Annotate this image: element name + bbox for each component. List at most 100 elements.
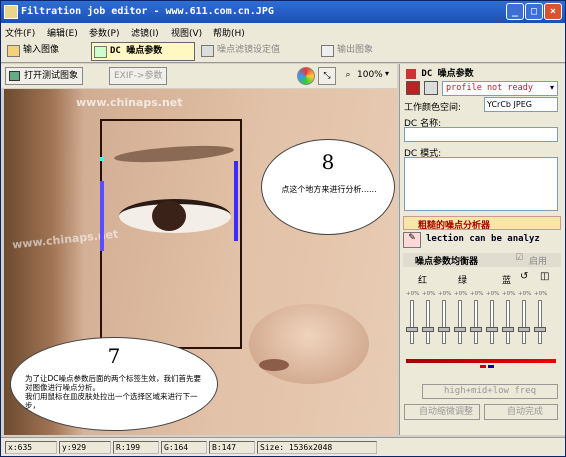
red-channel-bar [406, 359, 556, 363]
minimize-button[interactable]: _ [506, 3, 524, 20]
image-canvas[interactable]: www.chinaps.net www.chinaps.net 8 点这个地方来… [4, 89, 397, 435]
auto-complete-label: 自动完成 [507, 407, 544, 417]
selection-edge-marker [100, 181, 104, 251]
open-test-image-button[interactable]: 打开测试图象 [5, 67, 84, 85]
channel-green-tab[interactable]: 绿 [458, 273, 467, 286]
frequency-slider[interactable] [518, 300, 530, 344]
frequency-slider[interactable] [470, 300, 482, 344]
slider-value-label: +0% [518, 291, 532, 297]
app-window: Filtration job editor - www.611.com.cn.J… [0, 0, 566, 457]
analyzer-status-text: lection can be analyz [426, 234, 540, 244]
magnifier-icon[interactable]: ⌕ [339, 67, 357, 85]
auto-complete-button[interactable]: 自动完成 [484, 404, 558, 420]
status-x: x:635 [5, 441, 57, 454]
camera-icon [94, 46, 107, 58]
slider-knob[interactable] [422, 327, 434, 332]
frequency-slider[interactable] [502, 300, 514, 344]
selection-rectangle[interactable] [100, 119, 242, 349]
menu-bar: 文件(F) 编辑(E) 参数(P) 滤镜(I) 视图(V) 帮助(H) [1, 23, 565, 40]
color-space-select[interactable]: YCrCb JPEG [484, 97, 558, 112]
color-space-label: 工作颜色空间: [404, 103, 462, 113]
frequency-slider[interactable] [438, 300, 450, 344]
slider-value-label: +0% [502, 291, 516, 297]
color-wheel-icon[interactable] [297, 67, 315, 85]
status-r: R:199 [113, 441, 159, 454]
zoom-dropdown-icon[interactable]: ▾ [385, 69, 389, 78]
slider-knob[interactable] [486, 327, 498, 332]
selection-edge-marker [234, 161, 238, 241]
tab-dc-noise-params[interactable]: DC 噪点参数 [91, 42, 195, 61]
menu-edit[interactable]: 编辑(E) [47, 26, 78, 39]
auto-adjust-button[interactable]: 自动缩微调整 [404, 404, 480, 420]
save-icon[interactable] [406, 81, 420, 95]
status-y: y:929 [59, 441, 111, 454]
chevron-down-icon[interactable]: ▾ [550, 83, 554, 92]
enable-checkbox-icon[interactable]: ☑ [515, 253, 523, 263]
callout-8: 8 点这个地方来进行分析...... [261, 139, 395, 235]
exif-label: EXIF->参数 [114, 71, 163, 81]
blue-indicator [488, 365, 494, 368]
zoom-level[interactable]: 100% [357, 70, 383, 80]
profile-status-field[interactable]: profile not ready [442, 81, 558, 96]
menu-help[interactable]: 帮助(H) [213, 26, 245, 39]
frequency-button[interactable]: high+mid+low freq [422, 384, 558, 399]
image-icon [321, 45, 334, 57]
undo-icon[interactable]: ↺ [520, 271, 528, 282]
frequency-slider[interactable] [534, 300, 546, 344]
slider-value-label: +0% [454, 291, 468, 297]
load-icon[interactable] [424, 81, 438, 95]
dc-name-field[interactable] [404, 127, 558, 142]
panel-header: DC 噪点参数 [421, 69, 474, 79]
analyze-pen-icon[interactable]: ✎ [403, 232, 421, 248]
slider-value-label: +0% [422, 291, 436, 297]
analyzer-header: 粗糙的噪点分析器 [418, 221, 491, 231]
watermark: www.chinaps.net [76, 96, 183, 109]
open-test-label: 打开测试图象 [24, 71, 79, 81]
tab-output-image[interactable]: 输出图象 [319, 42, 395, 61]
frequency-slider[interactable] [486, 300, 498, 344]
slider-knob[interactable] [518, 327, 530, 332]
tab-bar: 输入图像 DC 噪点参数 噪点滤镜设定值 输出图象 [1, 40, 565, 63]
tab-input-image[interactable]: 输入图像 [5, 42, 85, 61]
tab-label: 输出图象 [337, 45, 374, 55]
callout-number: 7 [107, 344, 121, 368]
slider-value-label: +0% [470, 291, 484, 297]
title-bar: Filtration job editor - www.611.com.cn.J… [1, 1, 565, 23]
menu-params[interactable]: 参数(P) [89, 26, 119, 39]
open-image-icon [9, 71, 20, 81]
menu-filter[interactable]: 滤镜(I) [131, 26, 159, 39]
analyzer-header-bar: 粗糙的噪点分析器 [403, 216, 561, 231]
maximize-button[interactable]: □ [525, 3, 543, 20]
slider-knob[interactable] [470, 327, 482, 332]
reset-icon[interactable]: ◫ [540, 271, 549, 282]
exif-to-params-button[interactable]: EXIF->参数 [109, 67, 168, 85]
color-space-value: YCrCb JPEG [487, 100, 532, 109]
dc-mode-field[interactable] [404, 157, 558, 211]
slider-knob[interactable] [454, 327, 466, 332]
tab-noise-filter-settings[interactable]: 噪点滤镜设定值 [199, 42, 317, 61]
slider-knob[interactable] [438, 327, 450, 332]
slider-value-label: +0% [534, 291, 548, 297]
selection-handle[interactable] [100, 157, 104, 161]
slider-value-label: +0% [438, 291, 452, 297]
menu-file[interactable]: 文件(F) [5, 26, 35, 39]
balancer-header-bar: 噪点参数均衡器 ☑ 启用 [403, 253, 561, 267]
enable-label: 启用 [529, 257, 548, 267]
tab-label: 噪点滤镜设定值 [217, 45, 281, 55]
camera-icon [406, 68, 416, 79]
channel-red-tab[interactable]: 红 [418, 273, 427, 286]
frequency-slider[interactable] [406, 300, 418, 344]
folder-icon [7, 45, 20, 57]
slider-knob[interactable] [534, 327, 546, 332]
tab-label: DC 噪点参数 [110, 46, 163, 56]
channel-blue-tab[interactable]: 蓝 [502, 273, 511, 286]
frequency-slider[interactable] [422, 300, 434, 344]
menu-view[interactable]: 视图(V) [171, 26, 202, 39]
tab-label: 输入图像 [23, 45, 60, 55]
close-button[interactable]: × [544, 3, 562, 20]
fit-arrows-icon[interactable]: ⤡ [318, 67, 336, 85]
slider-knob[interactable] [406, 327, 418, 332]
frequency-slider[interactable] [454, 300, 466, 344]
right-panel: DC 噪点参数 profile not ready ▾ 工作颜色空间: YCrC… [399, 64, 565, 435]
slider-knob[interactable] [502, 327, 514, 332]
